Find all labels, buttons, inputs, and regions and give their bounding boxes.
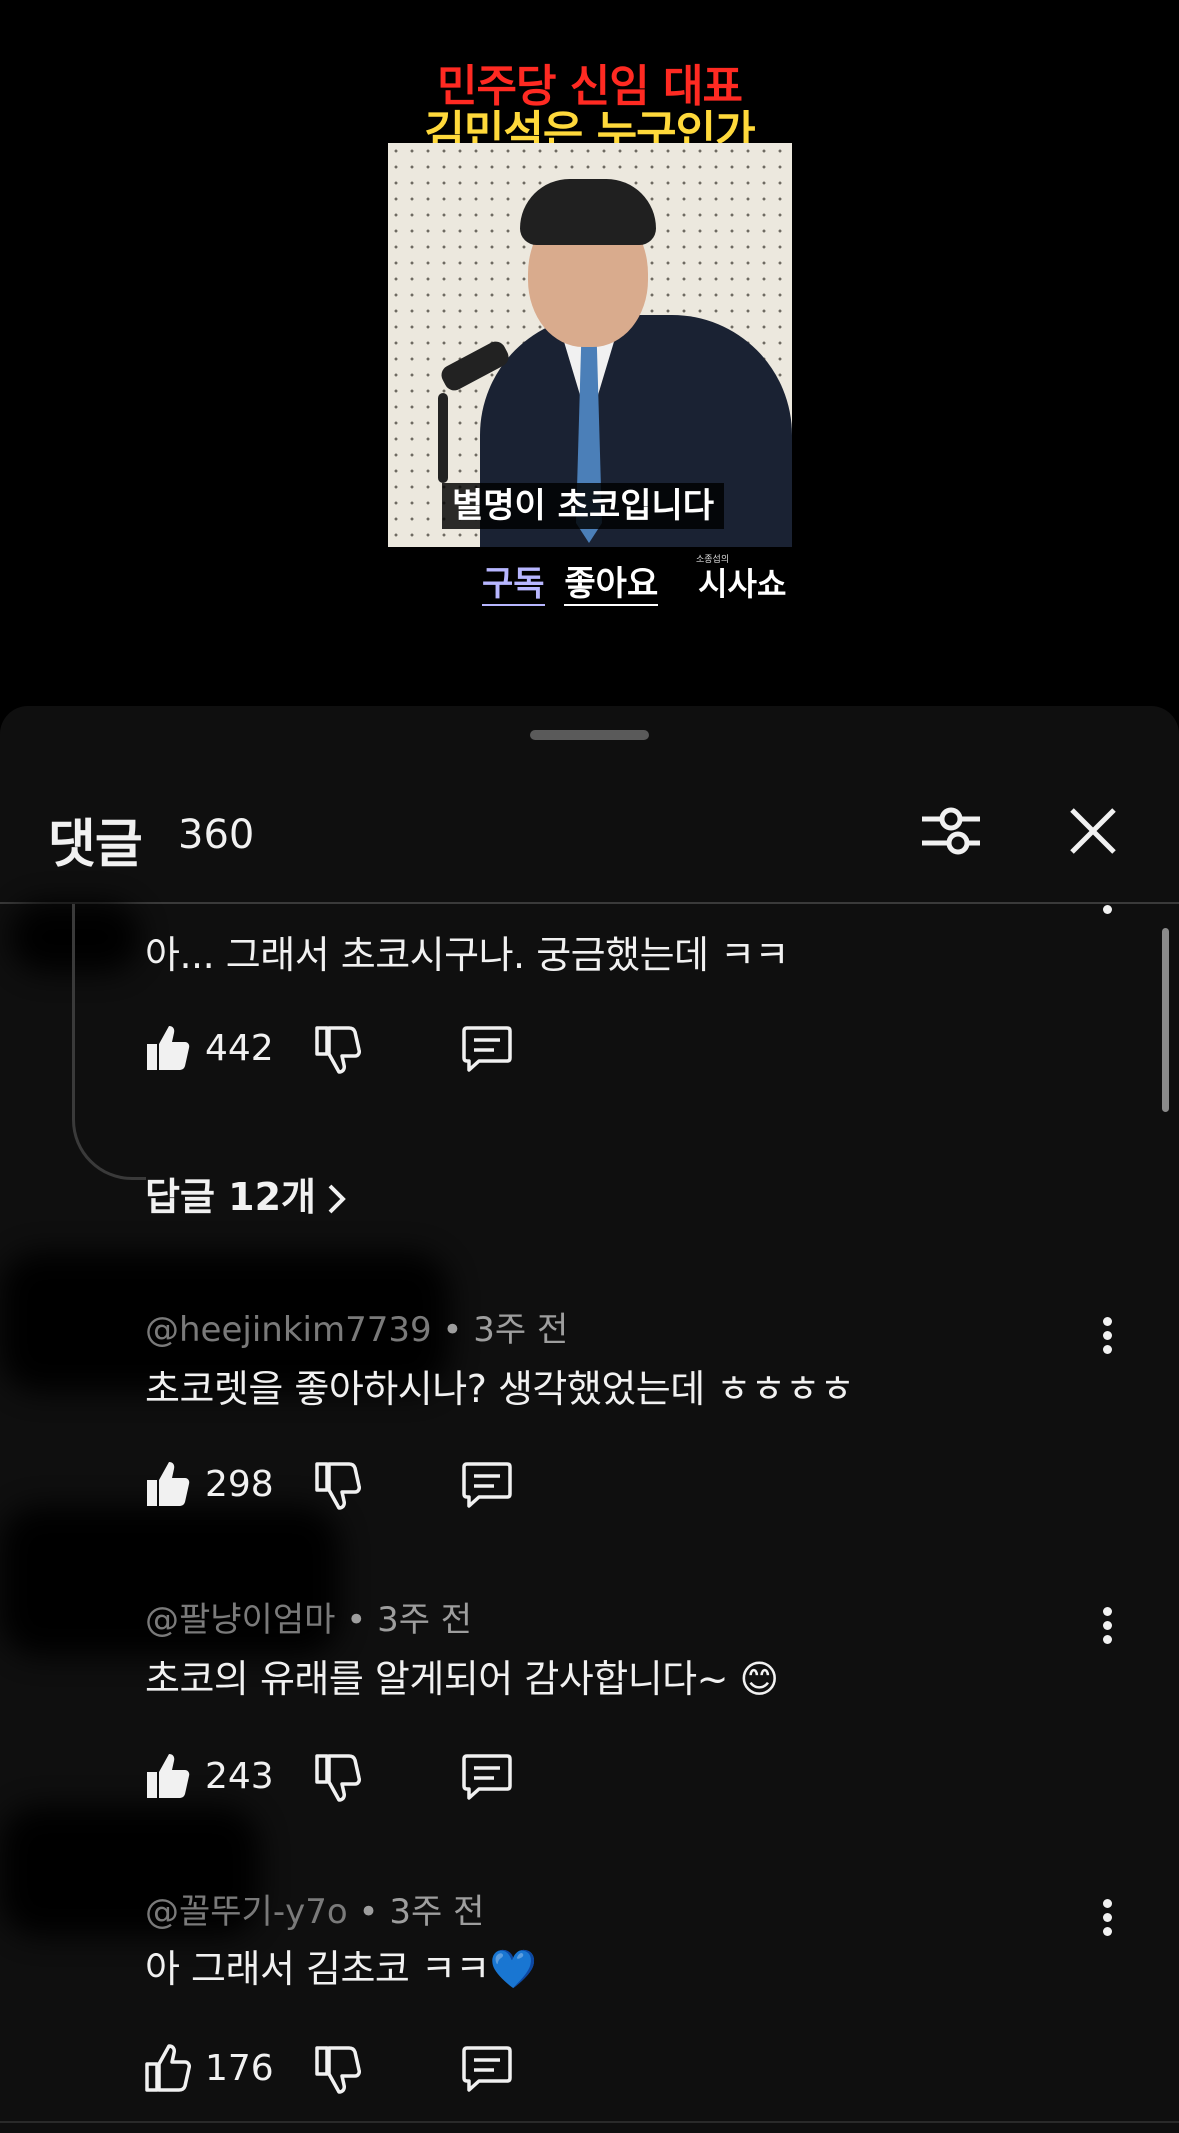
comments-count: 360 xyxy=(178,812,255,858)
bottom-divider xyxy=(0,2121,1179,2123)
thumbs-up-icon[interactable] xyxy=(143,1750,191,1802)
more-options-button[interactable] xyxy=(1100,1314,1114,1358)
comment-text: 초코의 유래를 알게되어 감사합니다~ 😊 xyxy=(145,1657,779,1701)
comment-meta: @팔냥이엄마 • 3주 전 xyxy=(145,1600,473,1640)
filter-button[interactable] xyxy=(918,798,984,864)
reply-icon[interactable] xyxy=(461,1752,513,1802)
close-button[interactable] xyxy=(1060,798,1126,864)
microphone-stand xyxy=(438,393,448,483)
more-options-button[interactable] xyxy=(1100,902,1114,922)
comment-actions: 243 xyxy=(143,1750,543,1802)
subscribe-label: 구독 xyxy=(482,564,545,606)
like-label: 좋아요 xyxy=(564,564,659,606)
thumbs-up-icon[interactable] xyxy=(143,1022,191,1074)
comments-title: 댓글 xyxy=(48,815,143,875)
thumbs-down-icon[interactable] xyxy=(313,2044,361,2096)
scrollbar[interactable] xyxy=(1162,928,1169,1112)
close-icon xyxy=(1070,808,1116,854)
comment-time: 3주 전 xyxy=(377,1600,473,1640)
drag-handle[interactable] xyxy=(530,730,649,740)
sliders-icon xyxy=(922,807,980,855)
comment-author[interactable]: @heejinkim7739 xyxy=(145,1310,432,1350)
view-replies-button[interactable]: 답글 12개 xyxy=(145,1166,348,1221)
comment-actions: 298 xyxy=(143,1458,543,1510)
video-frame: 별명이 초코입니다 xyxy=(388,143,792,547)
replies-label: 답글 12개 xyxy=(145,1175,316,1219)
reply-icon[interactable] xyxy=(461,1024,513,1074)
video-player[interactable]: 민주당 신임 대표 김민석은 누구인가 별명이 초코입니다 구독 좋아요 소종섭… xyxy=(0,0,1179,706)
video-caption: 별명이 초코입니다 xyxy=(442,483,725,529)
thumbs-up-icon[interactable] xyxy=(143,1458,191,1510)
like-count: 442 xyxy=(205,1028,274,1069)
comment-time: 3주 전 xyxy=(473,1310,569,1350)
comment-text: 초코렛을 좋아하시나? 생각했었는데 ㅎㅎㅎㅎ xyxy=(145,1367,855,1411)
chevron-right-icon xyxy=(328,1184,346,1214)
thumbs-down-icon[interactable] xyxy=(313,1460,361,1512)
comment-meta: @꼴뚜기-y7o • 3주 전 xyxy=(145,1892,485,1932)
comment-author[interactable]: @팔냥이엄마 xyxy=(145,1600,335,1640)
comment-meta: @heejinkim7739 • 3주 전 xyxy=(145,1310,569,1350)
comment-actions: 176 xyxy=(143,2042,543,2094)
channel-name: 시사쇼 xyxy=(698,565,787,603)
video-overlay-cta: 구독 좋아요 소종섭의 시사쇼 xyxy=(482,555,787,606)
comment-author[interactable]: @꼴뚜기-y7o xyxy=(145,1892,348,1932)
header-divider xyxy=(0,902,1179,904)
like-count: 243 xyxy=(205,1756,274,1797)
thread-connector xyxy=(72,904,146,1180)
like-count: 298 xyxy=(205,1464,274,1505)
comment-time: 3주 전 xyxy=(389,1892,485,1932)
more-options-button[interactable] xyxy=(1100,1604,1114,1648)
comment-actions: 442 xyxy=(143,1022,543,1074)
speaker-hair xyxy=(520,179,656,245)
thumbs-up-icon[interactable] xyxy=(143,2042,191,2094)
reply-icon[interactable] xyxy=(461,2044,513,2094)
channel-small-label: 소종섭의 xyxy=(696,555,730,565)
thumbs-down-icon[interactable] xyxy=(313,1024,361,1076)
thumbs-down-icon[interactable] xyxy=(313,1752,361,1804)
reply-icon[interactable] xyxy=(461,1460,513,1510)
comments-sheet: 댓글 360 아... 그래서 초코시구나. 궁금했는데 ㅋㅋ 442 답글 1… xyxy=(0,706,1179,2133)
comment-text: 아... 그래서 초코시구나. 궁금했는데 ㅋㅋ xyxy=(145,933,790,977)
more-options-button[interactable] xyxy=(1100,1896,1114,1940)
comment-text: 아 그래서 김초코 ㅋㅋ💙 xyxy=(145,1947,537,1991)
like-count: 176 xyxy=(205,2048,274,2089)
